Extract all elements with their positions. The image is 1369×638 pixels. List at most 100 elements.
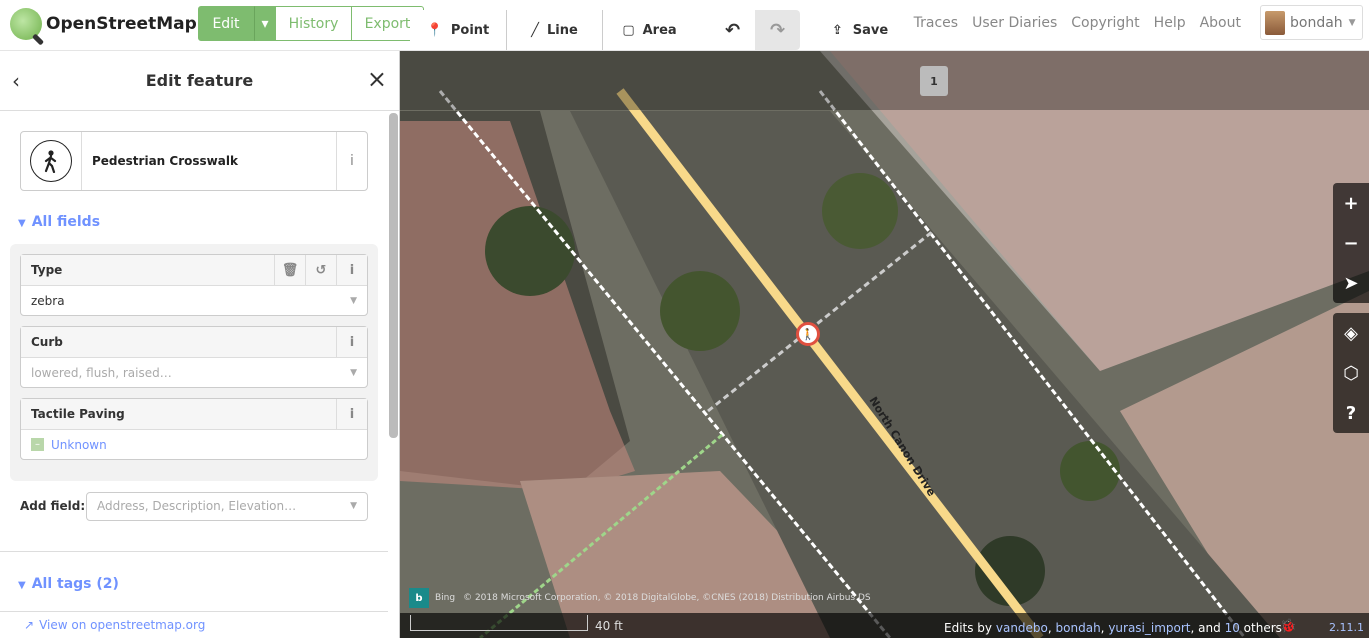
help-button[interactable]: ? xyxy=(1333,393,1369,433)
area-icon: ▢ xyxy=(622,22,635,38)
caret-down-icon: ▼ xyxy=(1348,17,1356,28)
info-icon[interactable]: i xyxy=(336,327,367,357)
map-footer: 40 ft Edits by vandebo, bondah, yurasi_i… xyxy=(400,613,1369,638)
sidebar-title: Edit feature xyxy=(145,71,254,90)
field-value: Unknown xyxy=(51,437,107,452)
zoom-in-button[interactable]: + xyxy=(1333,183,1369,223)
close-icon[interactable]: × xyxy=(367,65,387,93)
edit-dropdown-button[interactable]: ▾ xyxy=(254,6,276,41)
edits-and: , and xyxy=(1190,621,1221,635)
field-type: Type 🗑 ↺ i zebra ▼ xyxy=(20,254,368,316)
background-button[interactable]: ◈ xyxy=(1333,313,1369,353)
section-divider xyxy=(0,551,388,552)
add-field-label: Add field: xyxy=(20,499,86,513)
field-label: Curb xyxy=(31,335,63,349)
field-curb: Curb i lowered, flush, raised… ▼ xyxy=(20,326,368,388)
caret-down-icon: ▼ xyxy=(350,367,357,378)
sidebar-scrollbar[interactable] xyxy=(389,113,398,438)
line-label: Line xyxy=(547,22,578,38)
add-point-button[interactable]: 📍 Point xyxy=(410,10,506,50)
type-combo[interactable]: zebra ▼ xyxy=(21,286,367,315)
attribution-text: © 2018 Microsoft Corporation, © 2018 Dig… xyxy=(463,593,871,603)
map-canvas[interactable] xyxy=(400,51,1369,638)
osm-logo[interactable]: OpenStreetMap xyxy=(10,8,197,40)
field-placeholder: lowered, flush, raised… xyxy=(31,365,172,380)
preset-selector[interactable]: Pedestrian Crosswalk i xyxy=(20,131,368,191)
minus-icon: − xyxy=(1343,232,1359,254)
user-menu[interactable]: bondah ▼ xyxy=(1260,5,1363,40)
mode-buttons: 📍 Point ╱ Line ▢ Area xyxy=(410,10,696,50)
field-label: Type xyxy=(31,263,63,277)
undo-button[interactable]: ↶ xyxy=(710,10,755,50)
avatar xyxy=(1265,10,1285,35)
view-on-osm-link[interactable]: ↗ View on openstreetmap.org xyxy=(0,611,388,638)
edit-button[interactable]: Edit xyxy=(198,6,254,41)
external-link-icon: ↗ xyxy=(24,618,35,632)
add-line-button[interactable]: ╱ Line xyxy=(507,10,602,50)
all-fields-toggle[interactable]: ▼ All fields xyxy=(18,214,100,230)
triangle-down-icon: ▼ xyxy=(18,580,26,591)
bug-report-icon[interactable]: 🐞 xyxy=(1280,619,1296,634)
history-button[interactable]: History xyxy=(276,6,352,41)
scale-bar[interactable] xyxy=(410,615,588,631)
preset-name: Pedestrian Crosswalk xyxy=(92,154,238,168)
undo-icon: ↶ xyxy=(724,19,741,41)
map-data-button[interactable]: ⬡ xyxy=(1333,353,1369,393)
info-icon[interactable]: i xyxy=(336,399,367,429)
bing-label: Bing xyxy=(435,593,456,603)
sidebar-header: ‹ Edit feature × xyxy=(0,51,399,111)
all-tags-toggle[interactable]: ▼ All tags (2) xyxy=(18,576,119,592)
geolocate-button[interactable]: ➤ xyxy=(1333,263,1369,303)
username: bondah xyxy=(1290,14,1343,31)
zoom-controls: + − ➤ xyxy=(1333,183,1369,303)
nav-help[interactable]: Help xyxy=(1154,15,1186,31)
point-label: Point xyxy=(450,22,490,38)
satellite-imagery xyxy=(400,51,1369,638)
view-osm-label: View on openstreetmap.org xyxy=(39,618,206,632)
layers-icon: ◈ xyxy=(1344,322,1358,344)
pedestrian-icon xyxy=(30,140,72,182)
preset-icon-box xyxy=(21,132,82,190)
version-link[interactable]: 2.11.1 xyxy=(1329,621,1364,634)
zoom-out-button[interactable]: − xyxy=(1333,223,1369,263)
checkbox-indeterminate-icon[interactable]: – xyxy=(31,438,44,451)
magnifier-globe-icon xyxy=(10,8,42,40)
upload-icon: ⇪ xyxy=(831,22,843,38)
add-field-row: Add field: Address, Description, Elevati… xyxy=(20,491,368,521)
help-icon: ? xyxy=(1345,402,1357,424)
map-marker-icon: 📍 xyxy=(426,22,443,38)
nav-links: GPS Traces User Diaries Copyright Help A… xyxy=(881,15,1241,31)
undo-redo-group: ↶ ↷ xyxy=(710,10,800,50)
undo-icon[interactable]: ↺ xyxy=(305,255,336,285)
caret-down-icon: ▾ xyxy=(261,15,269,32)
location-arrow-icon: ➤ xyxy=(1343,272,1359,294)
add-field-placeholder: Address, Description, Elevation… xyxy=(97,499,297,513)
save-count-badge: 1 xyxy=(920,66,948,96)
field-value: zebra xyxy=(31,293,65,308)
info-icon[interactable]: i xyxy=(336,132,367,190)
user-link[interactable]: yurasi_import xyxy=(1108,621,1190,635)
info-icon[interactable]: i xyxy=(336,255,367,285)
add-field-input[interactable]: Address, Description, Elevation… ▼ xyxy=(86,491,368,521)
caret-down-icon: ▼ xyxy=(350,501,357,511)
nav-about[interactable]: About xyxy=(1200,15,1241,31)
curb-combo[interactable]: lowered, flush, raised… ▼ xyxy=(21,358,367,387)
add-area-button[interactable]: ▢ Area xyxy=(603,10,696,50)
triangle-down-icon: ▼ xyxy=(18,218,26,229)
edits-attribution: Edits by vandebo, bondah, yurasi_import,… xyxy=(944,621,1282,635)
others-label: others xyxy=(1243,621,1282,635)
user-link[interactable]: vandebo xyxy=(996,621,1048,635)
area-label: Area xyxy=(642,22,677,38)
others-count-link[interactable]: 10 xyxy=(1225,621,1240,635)
trash-icon[interactable]: 🗑 xyxy=(274,255,305,285)
tactile-paving-check[interactable]: – Unknown xyxy=(21,430,367,459)
nav-copyright[interactable]: Copyright xyxy=(1071,15,1139,31)
nav-user-diaries[interactable]: User Diaries xyxy=(972,15,1057,31)
plus-icon: + xyxy=(1343,192,1359,214)
pedestrian-node-icon[interactable]: 🚶 xyxy=(796,322,820,346)
redo-button[interactable]: ↷ xyxy=(755,10,800,50)
map-toolbar xyxy=(400,51,1369,110)
save-button[interactable]: ⇪ Save xyxy=(810,10,910,50)
user-link[interactable]: bondah xyxy=(1056,621,1101,635)
data-icon: ⬡ xyxy=(1343,362,1359,384)
